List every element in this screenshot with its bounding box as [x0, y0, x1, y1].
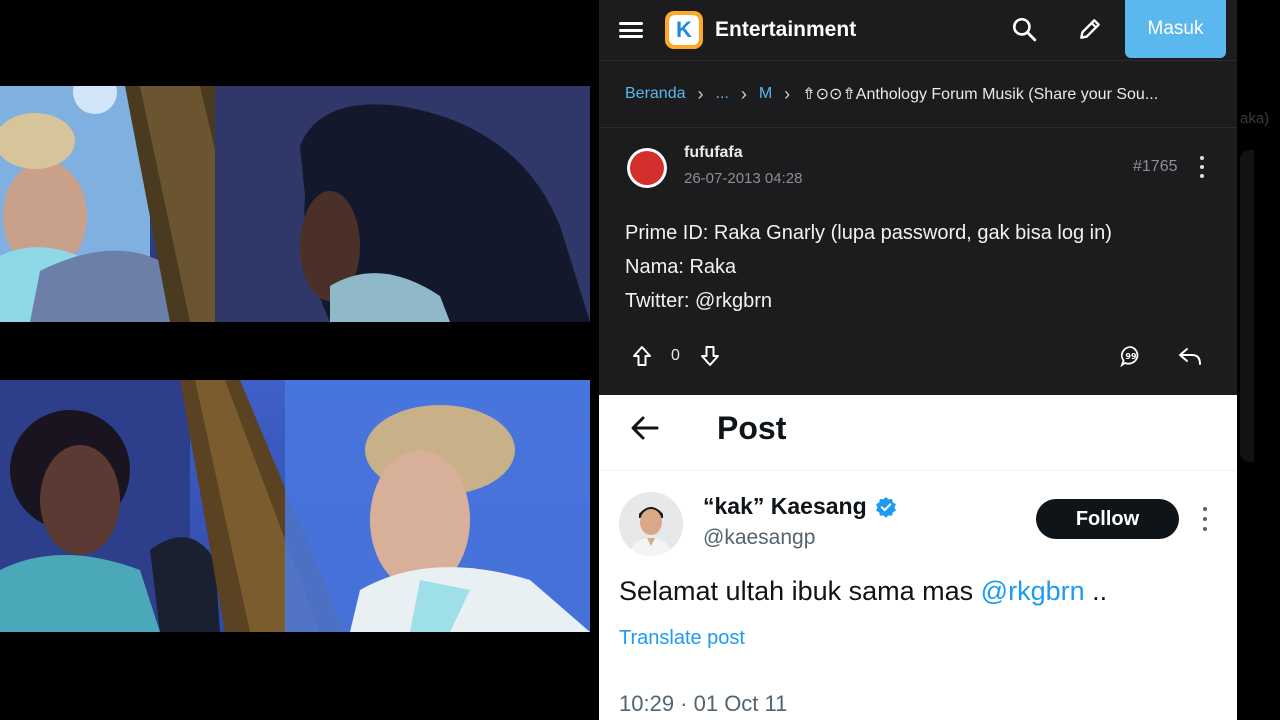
post-username[interactable]: fufufafa — [684, 144, 743, 162]
post-line-name: Nama: Raka — [625, 256, 737, 278]
breadcrumb-home[interactable]: Beranda — [625, 85, 686, 103]
avatar-image — [619, 492, 683, 556]
more-options-icon[interactable] — [1197, 156, 1207, 178]
video-still-top — [0, 86, 590, 322]
pencil-icon[interactable] — [1077, 16, 1103, 42]
forum-post: fufufafa 26-07-2013 04:28 #1765 Prime ID… — [599, 128, 1237, 394]
post-number[interactable]: #1765 — [1133, 158, 1178, 176]
avatar-image — [630, 151, 664, 185]
breadcrumb: Beranda › ... › M › ⇮⊙⊙⇮Anthology Forum … — [599, 60, 1237, 128]
login-button[interactable]: Masuk — [1125, 0, 1226, 58]
chevron-right-icon: › — [697, 83, 704, 104]
display-name[interactable]: “kak” Kaesang — [703, 493, 897, 520]
chevron-right-icon: › — [740, 83, 747, 104]
partial-background-panel — [1240, 150, 1254, 462]
tweet-timestamp[interactable]: 10:29 · 01 Oct 11 — [619, 691, 787, 717]
page-title: Post — [717, 410, 787, 446]
kaskus-k-icon: K — [669, 15, 699, 45]
avatar[interactable] — [619, 492, 683, 556]
tweet-text-suffix: .. — [1084, 576, 1108, 606]
post-actions: 0 99 — [599, 342, 1237, 372]
search-icon[interactable] — [1011, 16, 1037, 42]
kaskus-forum-panel: K Entertainment Masuk Beranda › ... › M … — [599, 0, 1237, 395]
translate-post-link[interactable]: Translate post — [619, 627, 745, 650]
user-handle[interactable]: @kaesangp — [703, 526, 815, 550]
kaskus-logo[interactable]: K — [665, 11, 703, 49]
chevron-right-icon: › — [784, 83, 791, 104]
breadcrumb-ellipsis[interactable]: ... — [716, 85, 729, 103]
video-still-bottom — [0, 380, 590, 632]
tweet-text-main: Selamat ultah ibuk sama mas — [619, 576, 981, 606]
video-frame-top — [0, 86, 590, 322]
kaskus-header: K Entertainment Masuk — [599, 0, 1237, 60]
reply-icon[interactable] — [1177, 344, 1203, 368]
partial-background-text: aka) — [1240, 110, 1270, 127]
back-arrow-icon[interactable] — [629, 413, 661, 443]
tweet-text: Selamat ultah ibuk sama mas @rkgbrn .. — [619, 576, 1107, 607]
hamburger-menu-icon[interactable] — [619, 20, 643, 40]
svg-text:99: 99 — [1125, 352, 1137, 361]
channel-title: Entertainment — [715, 18, 857, 41]
quote-icon[interactable]: 99 — [1119, 344, 1143, 368]
breadcrumb-current: ⇮⊙⊙⇮Anthology Forum Musik (Share your So… — [802, 86, 1159, 103]
tweet-mention-link[interactable]: @rkgbrn — [981, 576, 1085, 606]
vote-count: 0 — [671, 347, 680, 364]
post-date: 26-07-2013 04:28 — [684, 170, 803, 187]
avatar[interactable] — [627, 148, 667, 188]
upvote-icon[interactable] — [631, 344, 653, 368]
downvote-icon[interactable] — [699, 344, 721, 368]
more-options-icon[interactable] — [1203, 507, 1209, 531]
breadcrumb-short[interactable]: M — [759, 85, 772, 103]
x-post-panel: Post “kak” Kaesang @kaesangp Follow Sela… — [599, 395, 1237, 720]
follow-button[interactable]: Follow — [1036, 499, 1179, 539]
display-name-text: “kak” Kaesang — [703, 493, 867, 519]
post-body: Prime ID: Raka Gnarly (lupa password, ga… — [625, 216, 1112, 318]
video-frame-bottom — [0, 380, 590, 632]
post-line-prime-id: Prime ID: Raka Gnarly (lupa password, ga… — [625, 222, 1112, 244]
verified-badge-icon — [875, 496, 896, 518]
post-line-twitter: Twitter: @rkgbrn — [625, 290, 773, 312]
x-post-header: Post — [599, 395, 1237, 471]
